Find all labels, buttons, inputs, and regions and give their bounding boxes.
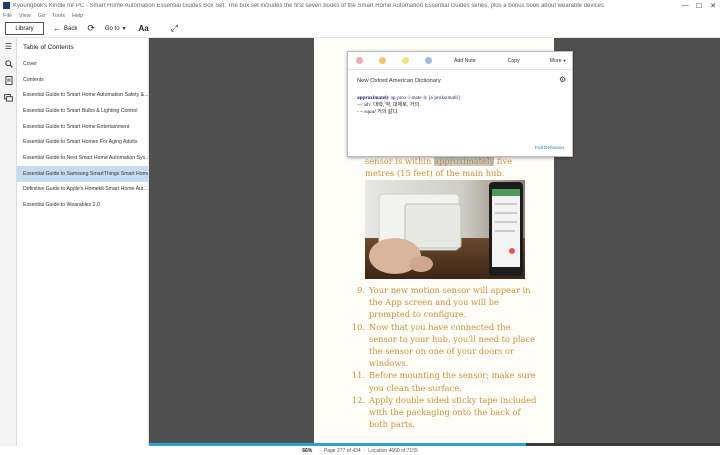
step-line: the App screen and you will be (369, 297, 499, 308)
toc-item-aging-adults[interactable]: Essential Guide to Smart Homes For Aging… (17, 134, 148, 150)
gear-icon[interactable]: ⚙ (559, 75, 566, 84)
sync-icon: ⟳ (87, 23, 95, 33)
page-indicator: Page 277 of 434 (323, 447, 361, 454)
close-window-button[interactable]: ✕ (706, 2, 720, 10)
step-line: windows. (369, 358, 409, 369)
back-label: Back (64, 25, 78, 32)
toc-item-smart-bulbs[interactable]: Essential Guide to Smart Bulbs & Lightin… (17, 103, 148, 119)
flashcards-icon[interactable] (0, 89, 17, 106)
font-settings-button[interactable]: Aa (139, 24, 149, 33)
fullscreen-expand-icon[interactable]: ⤢ (171, 23, 178, 34)
toc-item-entertainment[interactable]: Essential Guide to Smart Home Entertainm… (17, 119, 148, 135)
entry-sense-2: - ~ equal 거의 같다. (357, 109, 567, 116)
step-number: 10. (351, 321, 365, 332)
chevron-down-icon: ▼ (562, 57, 567, 63)
text-before-highlight: sensor is within (365, 156, 432, 166)
library-button[interactable]: Library (5, 22, 44, 35)
step-10: 10. Now that you have connected the sens… (344, 321, 536, 370)
step-line: prompted to configure. (369, 309, 467, 320)
menu-bar: File View Go Tools Help (0, 11, 720, 20)
back-button[interactable]: ← Back (53, 24, 77, 33)
search-icon[interactable] (0, 55, 17, 72)
left-icon-strip: ☰ (0, 38, 17, 455)
highlight-blue-button[interactable] (425, 57, 432, 64)
sensor-photo (365, 180, 525, 279)
highlighted-word[interactable]: approximately (434, 156, 495, 166)
toc-title: Table of Contents (23, 44, 74, 51)
menu-file[interactable]: File (3, 13, 12, 19)
toc-item-wearables[interactable]: Essential Guide to Wearables 2.0 (17, 197, 148, 213)
pronunciation: ap·prox·i·mate·ly [əˈprɑksɪmətli] (390, 95, 460, 101)
maximize-button[interactable]: ☐ (692, 2, 706, 10)
chevron-down-icon: ▼ (121, 25, 127, 32)
location-indicator: Location 4660 of 7155 (368, 447, 418, 454)
step-11: 11. Before mounting the sensor; make sur… (344, 369, 536, 393)
sync-button[interactable]: ⟳ (87, 23, 98, 34)
step-number: 12. (351, 394, 365, 405)
goto-button[interactable]: Go to ▼ (105, 26, 127, 32)
popup-toolbar: Add Note Copy More▼ (348, 52, 572, 70)
highlight-orange-button[interactable] (379, 57, 386, 64)
menu-view[interactable]: View (19, 13, 31, 19)
kindle-app-icon (3, 2, 10, 9)
more-button[interactable]: More▼ (550, 58, 567, 64)
menu-help[interactable]: Help (72, 13, 83, 19)
toc-item-nest[interactable]: Essential Guide to Nest Smart Home Autom… (17, 150, 148, 166)
step-line: Your new motion sensor will appear in (369, 285, 531, 295)
entry-headline: approximately ap·prox·i·mate·ly [əˈprɑks… (357, 95, 567, 102)
text-after-highlight: five (496, 156, 513, 166)
menu-tools[interactable]: Tools (52, 13, 65, 19)
step-number: 11. (351, 370, 365, 381)
highlight-yellow-button[interactable] (402, 57, 409, 64)
step-line: you clean the surface. (369, 382, 462, 393)
step-line: Apply double sided sticky tape included (369, 394, 537, 405)
goto-label: Go to (104, 25, 120, 32)
toc-item-smartthings[interactable]: Essential Guide to Samsung SmartThings S… (17, 165, 148, 182)
step-line: Before mounting the sensor; make sure (369, 370, 536, 381)
steps-list: 9. Your new motion sensor will appear in… (344, 284, 537, 431)
step-line: with the packaging onto the back of (369, 407, 521, 418)
example-text: 거의 같다. (376, 109, 399, 115)
percent-read: 66% (302, 447, 313, 454)
copy-button[interactable]: Copy (508, 58, 520, 64)
headword: approximately (357, 95, 390, 101)
add-note-button[interactable]: Add Note (454, 58, 476, 64)
toc-item-automation-safety[interactable]: Essential Guide to Smart Home Automation… (17, 87, 148, 103)
separator: · (363, 447, 366, 454)
step-line: sensor to your hub, you'll need to place (369, 333, 536, 344)
step-12: 12. Apply double sided sticky tape inclu… (344, 394, 537, 431)
menu-go[interactable]: Go (38, 13, 45, 19)
status-bar: 66% · Page 277 of 434 · Location 4660 of… (0, 446, 720, 455)
minimize-button[interactable]: — (678, 2, 692, 9)
sense-text: 대략, 약, 대체로, 거의. (373, 102, 421, 108)
dictionary-popup: Add Note Copy More▼ New Oxford American … (347, 51, 573, 157)
full-definition-link[interactable]: Full Definition (535, 146, 564, 151)
highlight-pink-button[interactable] (356, 57, 363, 64)
entry-sense-1: — adv. 대략, 약, 대체로, 거의. (357, 102, 421, 108)
example-word: equal (364, 109, 376, 115)
example-prefix: - ~ (357, 109, 363, 115)
step-number: 9. (357, 285, 365, 295)
more-label: More (549, 57, 562, 64)
step-line: Now that you have connected the (369, 321, 511, 332)
part-of-speech: adv. (363, 102, 372, 108)
toc-item-homekit[interactable]: Definitive Guide to Apple's Homekit Smar… (17, 182, 148, 198)
table-of-contents-panel: Table of Contents Cover Contents Essenti… (17, 38, 149, 447)
separator: · (319, 447, 321, 454)
toc-item-cover[interactable]: Cover (17, 56, 148, 72)
continued-paragraph: sensor is within approximately five metr… (365, 155, 512, 179)
arrow-left-icon: ← (53, 24, 61, 33)
toc-list-icon[interactable]: ☰ (0, 38, 17, 55)
step-line: both parts. (369, 419, 416, 430)
title-bar: Kyoungbok's Kindle for PC - Smart Home A… (0, 0, 720, 11)
text-continued-line: metres (15 feet) of the main hub. (365, 168, 505, 178)
step-line: the sensor on one of your doors or (369, 346, 514, 357)
dictionary-entry: approximately ap·prox·i·mate·ly [əˈprɑks… (357, 95, 567, 116)
window-title: Kyoungbok's Kindle for PC - Smart Home A… (13, 2, 605, 9)
toolbar: Library ← Back ⟳ Go to ▼ Aa ⤢ (0, 20, 720, 38)
notebook-icon[interactable] (0, 72, 17, 89)
toc-item-contents[interactable]: Contents (17, 72, 148, 88)
dictionary-source: New Oxford American Dictionary (357, 78, 441, 84)
step-9: 9. Your new motion sensor will appear in… (344, 284, 536, 321)
